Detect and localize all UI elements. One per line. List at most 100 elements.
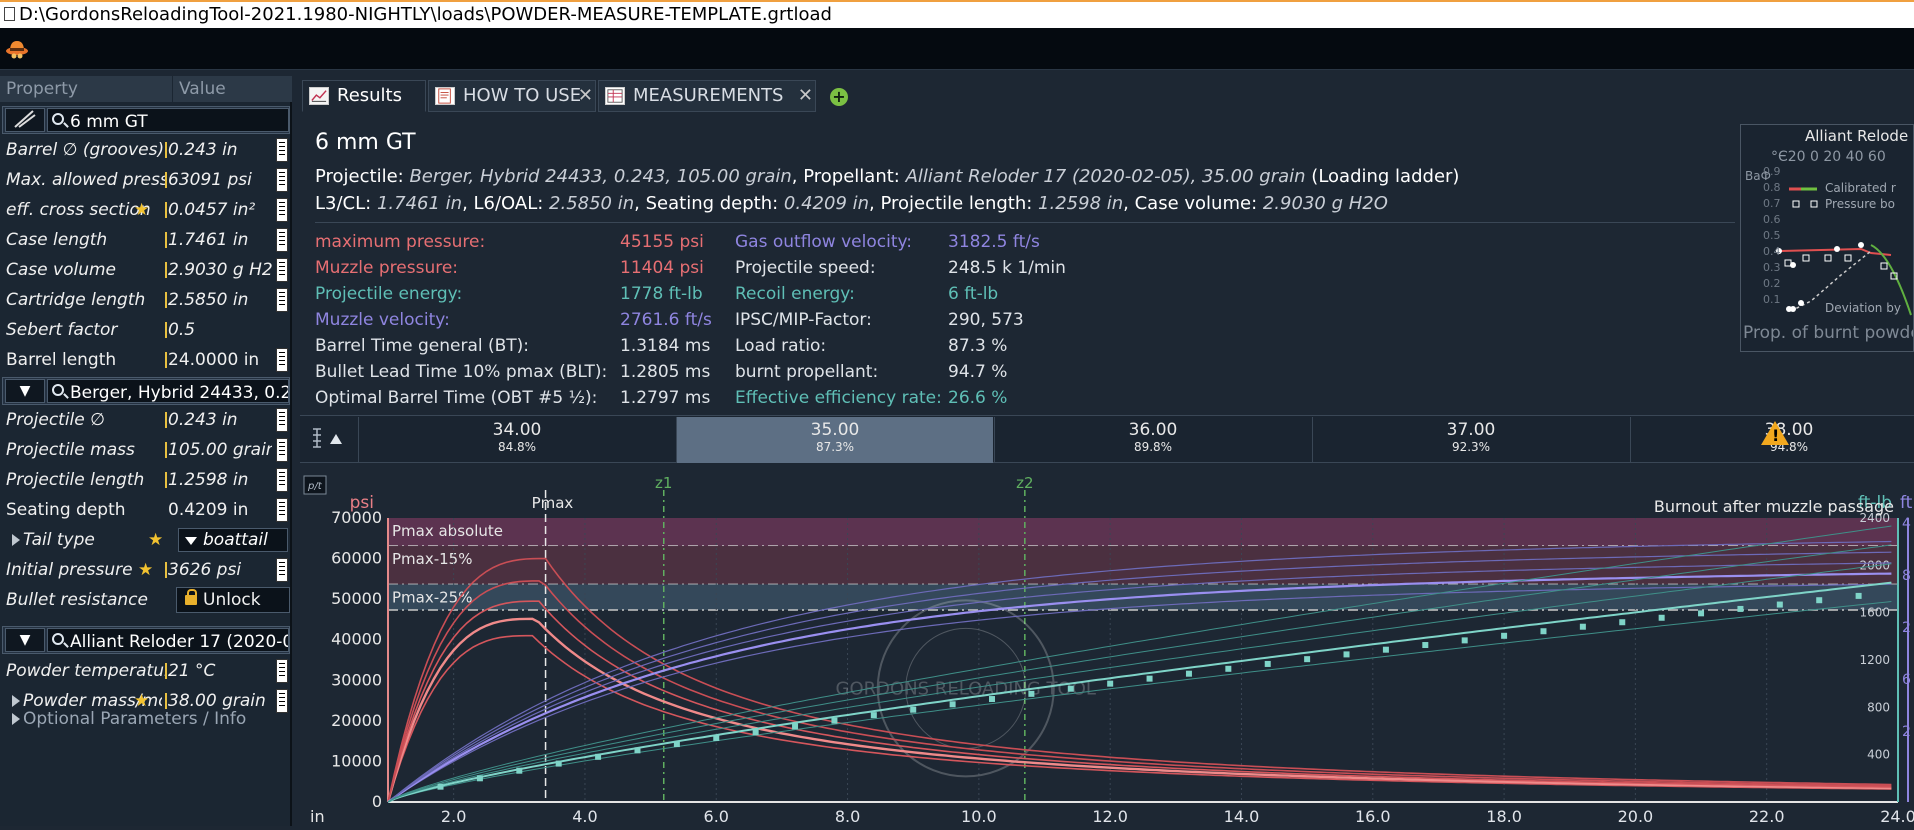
property-row[interactable]: Powder temperature 21 °C: [2, 656, 290, 686]
y-tick-left: 60000: [331, 549, 382, 568]
property-value[interactable]: 1.2598 in: [168, 465, 272, 495]
property-value[interactable]: 24.0000 in: [168, 345, 272, 375]
property-row[interactable]: Cartridge length 2.5850 in: [2, 285, 290, 315]
cartridge-selector[interactable]: 6 mm GT: [2, 106, 290, 134]
property-label: Bullet resistance: [6, 590, 148, 610]
property-value[interactable]: 0.243 in: [168, 405, 272, 435]
ladder-cell[interactable]: 34.00 84.8%: [358, 417, 675, 463]
thumbnail-ytick: 0.5: [1763, 229, 1781, 242]
summary-key: , Case volume:: [1123, 193, 1263, 214]
tab-how-to-use[interactable]: HOW TO USE ✕: [428, 80, 596, 112]
ruler-icon[interactable]: [276, 288, 288, 312]
tab-measurements[interactable]: MEASUREMENTS ✕: [598, 80, 816, 112]
property-value[interactable]: 2.5850 in: [168, 285, 272, 315]
property-value[interactable]: 63091 psi: [168, 165, 272, 195]
ladder-controls[interactable]: [310, 426, 350, 452]
property-value[interactable]: 0.0457 in²: [168, 195, 272, 225]
propellant-selector[interactable]: ▼ Alliant Reloder 17 (2020-02-05): [2, 626, 290, 654]
close-icon[interactable]: ✕: [578, 81, 593, 111]
property-value[interactable]: 0.5: [168, 315, 272, 345]
property-row[interactable]: Barrel length 24.0000 in: [2, 345, 290, 375]
thumbnail-ytick: 0.6: [1763, 213, 1781, 226]
pressure-chart: p/t Pmax absolute Pmax-15% Pmax-25% 2.0 4.0 6.…: [300, 466, 1914, 826]
projectile-search[interactable]: Berger, Hybrid 24433, 0.243, 105.00 grai…: [47, 379, 289, 403]
x-tick: 24.0: [1880, 807, 1914, 826]
ruler-icon[interactable]: [276, 258, 288, 282]
property-row[interactable]: Tail type ★ boattail: [2, 525, 290, 555]
property-row[interactable]: Projectile mass 105.00 grain: [2, 435, 290, 465]
property-value[interactable]: 21 °C: [168, 656, 272, 686]
cartridge-search[interactable]: 6 mm GT: [47, 108, 289, 132]
energy-marker: [1698, 610, 1705, 617]
collapse-projectile-button[interactable]: ▼: [5, 379, 45, 403]
property-row[interactable]: Projectile ∅ 0.243 in: [2, 405, 290, 435]
divider: [315, 222, 1735, 223]
ruler-icon[interactable]: [276, 138, 288, 162]
property-row[interactable]: Sebert factor 0.5: [2, 315, 290, 345]
tail-type-dropdown[interactable]: boattail: [178, 528, 288, 552]
metric-value: 11404 psi: [620, 258, 704, 278]
propellant-search[interactable]: Alliant Reloder 17 (2020-02-05): [47, 628, 289, 652]
y-tick-right2: 2: [1902, 620, 1911, 636]
ruler-icon[interactable]: [276, 198, 288, 222]
burn-rate-thumbnail[interactable]: Alliant Relode °Є20 0 20 40 60 BaФ Calib…: [1740, 124, 1914, 352]
property-value[interactable]: 105.00 grain: [168, 435, 272, 465]
property-value[interactable]: 1.7461 in: [168, 225, 272, 255]
file-icon: [4, 7, 15, 21]
ruler-icon[interactable]: [276, 168, 288, 192]
ruler-icon[interactable]: [276, 689, 288, 713]
ruler-icon[interactable]: [276, 498, 288, 522]
metric-label: Barrel Time general (BT):: [315, 336, 530, 356]
property-row[interactable]: Case length 1.7461 in: [2, 225, 290, 255]
energy-marker: [1461, 637, 1468, 644]
energy-marker: [437, 783, 444, 790]
property-row[interactable]: Projectile length 1.2598 in: [2, 465, 290, 495]
ladder-cell[interactable]: 38.0094.8%: [1630, 417, 1914, 463]
ruler-icon[interactable]: [276, 408, 288, 432]
energy-marker: [1658, 614, 1665, 621]
collapse-propellant-button[interactable]: ▼: [5, 628, 45, 652]
property-row[interactable]: Case volume 2.9030 g H2O: [2, 255, 290, 285]
summary-value: 1.2598 in: [1038, 193, 1124, 214]
ruler-icon[interactable]: [276, 659, 288, 683]
ruler-icon[interactable]: [276, 468, 288, 492]
ruler-icon[interactable]: [276, 558, 288, 582]
property-value[interactable]: 2.9030 g H2O: [168, 255, 272, 285]
property-value[interactable]: 3626 psi: [168, 555, 272, 585]
metric-value: 1778 ft-lb: [620, 284, 703, 304]
ruler-icon[interactable]: [276, 438, 288, 462]
property-row[interactable]: Powder mass/mc ★ 38.00 grain: [2, 686, 290, 716]
energy-marker: [634, 747, 641, 754]
close-icon[interactable]: ✕: [798, 81, 813, 111]
ladder-cell[interactable]: 35.00 87.3%: [676, 417, 993, 463]
caliper-icon[interactable]: [5, 108, 45, 132]
energy-marker: [1816, 597, 1823, 604]
property-row[interactable]: Seating depth 0.4209 in: [2, 495, 290, 525]
tab-results[interactable]: Results: [302, 80, 426, 112]
thumbnail-legend-2: Pressure bo: [1825, 197, 1896, 211]
property-row[interactable]: Max. allowed pressure63091 psi: [2, 165, 290, 195]
ladder-cell[interactable]: 36.00 89.8%: [994, 417, 1311, 463]
property-row[interactable]: Initial pressure 3626 psi ★: [2, 555, 290, 585]
unlock-button[interactable]: Unlock: [176, 587, 290, 613]
property-value[interactable]: 0.243 in: [168, 135, 272, 165]
ladder-sort-icon[interactable]: [310, 426, 346, 450]
value-separator: [165, 202, 167, 218]
energy-marker: [1619, 619, 1626, 626]
ladder-cell[interactable]: 37.00 92.3%: [1312, 417, 1629, 463]
property-row[interactable]: Bullet resistance Unlock: [2, 585, 290, 615]
ruler-icon[interactable]: [276, 348, 288, 372]
property-value[interactable]: 0.4209 in: [168, 495, 272, 525]
ladder-ratio: 87.3%: [815, 440, 855, 454]
add-tab-button[interactable]: +: [830, 88, 848, 106]
property-row[interactable]: Barrel ∅ (grooves) 0.243 in: [2, 135, 290, 165]
metric-label: burnt propellant:: [735, 362, 879, 382]
ruler-icon[interactable]: [276, 228, 288, 252]
detective-hat-icon[interactable]: [4, 36, 30, 62]
property-row[interactable]: eff. cross section 0.0457 in² ★: [2, 195, 290, 225]
value-separator: [165, 693, 167, 709]
projectile-selector[interactable]: ▼ Berger, Hybrid 24433, 0.243, 105.00 gr…: [2, 377, 290, 405]
property-value[interactable]: 38.00 grain: [168, 686, 272, 716]
col-value: Value: [172, 76, 226, 102]
energy-marker: [673, 741, 680, 748]
